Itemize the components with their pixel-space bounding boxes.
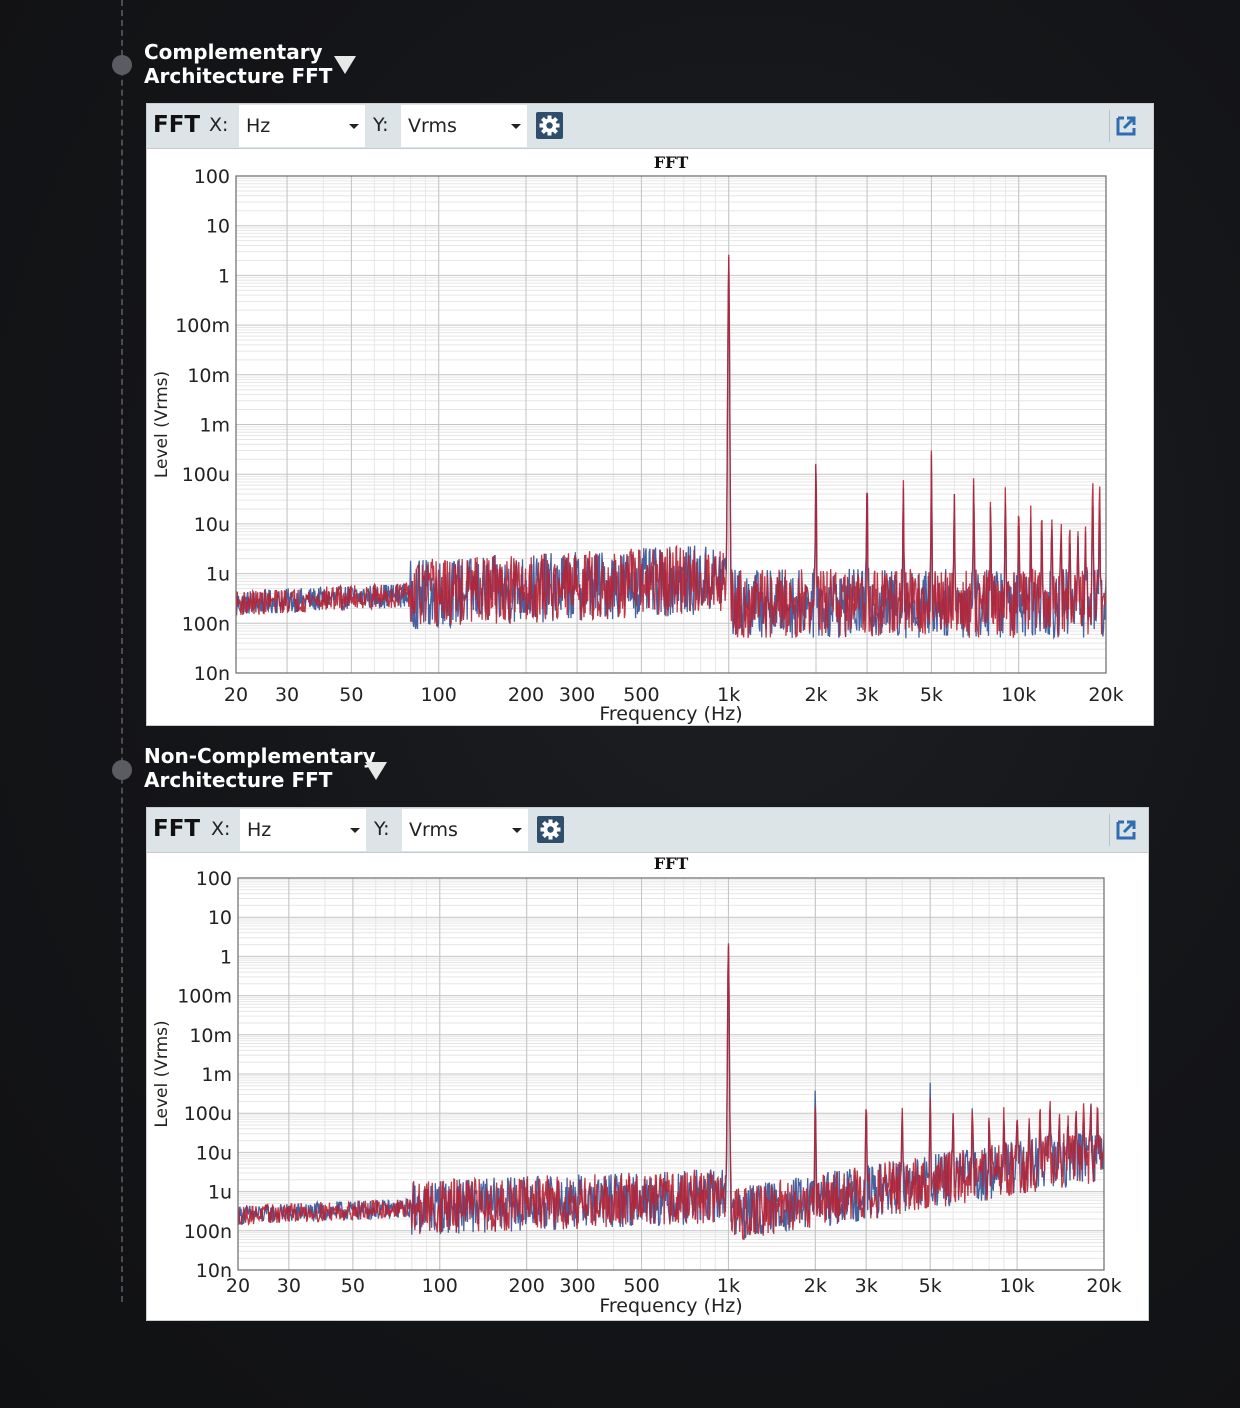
chevron-down-icon <box>350 828 360 833</box>
x-axis-title: Frequency (Hz) <box>599 703 742 725</box>
x-tick-label: 20k <box>1088 684 1123 706</box>
y-tick-label: 100m <box>177 986 232 1008</box>
y-tick-label: 100 <box>194 166 230 188</box>
y-tick-label: 1u <box>206 564 230 586</box>
x-tick-label: 50 <box>341 1275 365 1297</box>
y-tick-label: 100u <box>184 1103 232 1125</box>
popout-button[interactable] <box>1109 814 1142 846</box>
section-title-line1: Complementary <box>144 40 323 64</box>
fft-chart: FFT100101100m10m1m100u10u1u100n10n20 30 50… <box>152 854 1122 1317</box>
x-tick-label: 300 <box>559 684 595 706</box>
x-tick-label: 200 <box>509 1275 545 1297</box>
x-tick-label: 30 <box>275 684 299 706</box>
x-tick-label: 30 <box>277 1275 301 1297</box>
section-title[interactable]: Complementary Architecture FFT <box>144 40 332 88</box>
x-axis-title: Frequency (Hz) <box>599 1295 742 1317</box>
x-tick-label: 10k <box>1001 684 1036 706</box>
x-tick-label: 20k <box>1086 1275 1121 1297</box>
timeline-line <box>121 0 123 1302</box>
chevron-down-icon <box>512 828 522 833</box>
y-tick-label: 100m <box>175 315 230 337</box>
y-tick-label: 1 <box>218 265 230 287</box>
x-tick-label: 20 <box>226 1275 250 1297</box>
y-axis-label: Y: <box>374 818 390 840</box>
toolbar-fft-label: FFT <box>153 816 201 842</box>
x-unit-value: Hz <box>247 819 272 841</box>
fft-panel: FFT X: Hz Y: Vrms FFT 100 10 1 100m 10m … <box>146 807 1149 1321</box>
section-title-line2: Architecture FFT <box>144 64 333 88</box>
gear-icon <box>540 819 561 840</box>
fft-toolbar: FFT X: Hz Y: Vrms <box>147 104 1153 149</box>
x-unit-select[interactable]: Hz <box>240 809 366 851</box>
y-tick-label: 10 <box>206 216 230 238</box>
popout-icon <box>1116 116 1136 136</box>
y-tick-label: 10u <box>194 514 230 536</box>
settings-button[interactable] <box>536 112 563 139</box>
y-tick-label: 100u <box>182 464 230 486</box>
toolbar-fft-label: FFT <box>153 112 201 138</box>
y-tick-label: 10n <box>194 663 230 685</box>
x-tick-label: 3k <box>856 684 879 706</box>
settings-button[interactable] <box>537 816 564 843</box>
x-unit-value: Hz <box>246 115 271 137</box>
chart-title: FFT <box>654 153 689 172</box>
y-axis-title: Level (Vrms) <box>152 1020 172 1127</box>
chevron-down-icon <box>349 124 359 129</box>
y-tick-label: 1u <box>208 1182 232 1204</box>
y-tick-label: 10 <box>208 907 232 929</box>
y-unit-select[interactable]: Vrms <box>402 809 528 851</box>
x-tick-label: 50 <box>339 684 363 706</box>
chart-title: FFT <box>654 854 689 873</box>
x-tick-label: 200 <box>508 684 544 706</box>
timeline-dot <box>112 55 132 75</box>
y-axis-label: Y: <box>373 114 389 136</box>
y-tick-label: 10m <box>187 365 230 387</box>
x-tick-label: 2k <box>804 684 827 706</box>
x-axis-label: X: <box>211 818 231 840</box>
x-tick-label: 500 <box>623 1275 659 1297</box>
chevron-down-icon <box>511 124 521 129</box>
y-tick-label: 100 <box>196 868 232 890</box>
x-tick-label: 100 <box>421 684 457 706</box>
x-tick-label: 3k <box>855 1275 878 1297</box>
x-tick-label: 300 <box>559 1275 595 1297</box>
y-tick-label: 10m <box>189 1025 232 1047</box>
popout-button[interactable] <box>1109 110 1142 142</box>
section-title-line1: Non-Complementary <box>144 744 376 768</box>
y-unit-select[interactable]: Vrms <box>401 105 527 147</box>
x-unit-select[interactable]: Hz <box>239 105 365 147</box>
section-title[interactable]: Non-Complementary Architecture FFT <box>144 744 376 792</box>
fft-toolbar: FFT X: Hz Y: Vrms <box>147 808 1148 853</box>
y-unit-value: Vrms <box>409 819 458 841</box>
x-tick-label: 5k <box>920 684 943 706</box>
y-tick-label: 1m <box>201 1064 232 1086</box>
caret-down-icon[interactable] <box>365 762 387 780</box>
x-tick-label: 20 <box>224 684 248 706</box>
popout-icon <box>1116 820 1136 840</box>
x-tick-label: 5k <box>919 1275 942 1297</box>
series-line <box>236 254 1106 638</box>
timeline-dot <box>112 760 132 780</box>
gear-icon <box>539 115 560 136</box>
y-tick-label: 1 <box>220 946 232 968</box>
y-unit-value: Vrms <box>408 115 457 137</box>
x-tick-label: 1k <box>717 1275 740 1297</box>
caret-down-icon[interactable] <box>334 56 356 74</box>
y-tick-label: 10u <box>196 1142 232 1164</box>
fft-panel: FFT X: Hz Y: Vrms FFT 100 10 1 100m 10m … <box>146 103 1154 726</box>
x-tick-label: 2k <box>804 1275 827 1297</box>
y-axis-title: Level (Vrms) <box>152 371 172 478</box>
fft-chart: FFT 100 10 1 100m 10m 1m 100u 10u 1u 100n 10n20 30 50… <box>152 153 1124 725</box>
x-axis-label: X: <box>209 114 229 136</box>
y-tick-label: 100n <box>184 1221 232 1243</box>
x-tick-label: 100 <box>422 1275 458 1297</box>
y-tick-label: 100n <box>182 613 230 635</box>
y-tick-label: 1m <box>199 415 230 437</box>
x-tick-label: 10k <box>1000 1275 1035 1297</box>
section-title-line2: Architecture FFT <box>144 768 333 792</box>
